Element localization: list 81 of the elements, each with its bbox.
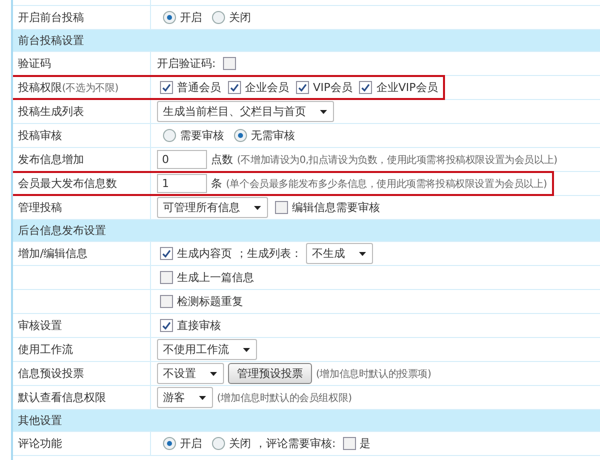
caret-icon <box>359 252 366 256</box>
checkbox[interactable] <box>275 201 288 214</box>
dropdown[interactable]: 不设置 <box>157 363 224 384</box>
input-field[interactable]: 1 <box>157 174 207 193</box>
checkbox[interactable] <box>160 319 173 332</box>
checkbox-label[interactable]: 编辑信息需要审核 <box>292 200 380 215</box>
field-text: 条 <box>211 176 222 191</box>
hint-text: (增加信息时默认的投票项) <box>316 368 432 380</box>
section-header: 后台信息发布设置 <box>13 220 600 242</box>
setting-label: 验证码 <box>18 56 51 71</box>
label-note: (不选为不限) <box>62 82 118 94</box>
manage-button[interactable]: 管理预设投票 <box>228 363 312 384</box>
radio-button[interactable] <box>234 129 247 142</box>
checkbox-label[interactable]: 生成内容页 <box>177 246 232 261</box>
radio-label[interactable]: 关闭 <box>229 10 251 25</box>
checkbox[interactable] <box>359 81 372 94</box>
checkbox[interactable] <box>160 247 173 260</box>
dropdown[interactable]: 不生成 <box>306 243 373 264</box>
checkbox[interactable] <box>296 81 309 94</box>
setting-label: 管理投稿 <box>18 200 62 215</box>
setting-label: 信息预设投票 <box>18 366 84 381</box>
caret-icon <box>243 348 250 352</box>
checkbox-label[interactable]: 企业VIP会员 <box>376 80 438 95</box>
field-text: 点数 <box>211 152 233 167</box>
section-header: 前台投稿设置 <box>13 30 600 52</box>
setting-label: 增加/编辑信息 <box>18 246 88 261</box>
caret-icon <box>199 396 206 400</box>
checkbox-label[interactable]: 检测标题重复 <box>177 294 243 309</box>
checkmark-icon <box>162 321 171 330</box>
checkbox-label[interactable]: VIP会员 <box>313 80 352 95</box>
radio-button[interactable] <box>212 11 225 24</box>
section-header: 其他设置 <box>13 410 600 432</box>
radio-button[interactable] <box>212 437 225 450</box>
dropdown[interactable]: 可管理所有信息 <box>157 197 268 218</box>
checkbox[interactable] <box>160 271 173 284</box>
setting-label: 会员最大发布信息数 <box>18 176 117 191</box>
setting-label: 投稿审核 <box>18 128 62 143</box>
checkmark-icon <box>162 249 171 258</box>
checkbox[interactable] <box>222 57 236 70</box>
checkmark-icon <box>361 83 370 92</box>
input-field[interactable]: 0 <box>157 150 207 169</box>
checkbox[interactable] <box>342 437 356 450</box>
setting-label: 默认查看信息权限 <box>18 390 106 405</box>
setting-label: 使用工作流 <box>18 342 73 357</box>
radio-label[interactable]: 无需审核 <box>251 128 295 143</box>
radio-label[interactable]: 关闭 <box>229 436 251 451</box>
setting-label: 投稿权限 <box>18 80 62 95</box>
dropdown[interactable]: 不使用工作流 <box>157 339 257 360</box>
radio-label[interactable]: 开启 <box>180 436 202 451</box>
field-text: ，评论需要审核: <box>255 436 336 451</box>
hint-text: (增加信息时默认的会员组权限) <box>217 392 352 404</box>
setting-label: 投稿生成列表 <box>18 104 84 119</box>
caret-icon <box>254 206 261 210</box>
caret-icon <box>210 372 217 376</box>
radio-button[interactable] <box>163 11 176 24</box>
setting-label: 开启前台投稿 <box>18 10 84 25</box>
checkbox-label[interactable]: 普通会员 <box>177 80 221 95</box>
checkmark-icon <box>230 83 239 92</box>
field-text: 开启验证码: <box>157 56 216 71</box>
radio-button[interactable] <box>163 129 176 142</box>
checkbox-label[interactable]: 直接审核 <box>177 318 221 333</box>
field-text: ；生成列表： <box>236 246 302 261</box>
checkbox[interactable] <box>228 81 241 94</box>
checkbox-label[interactable]: 企业会员 <box>245 80 289 95</box>
setting-label: 发布信息增加 <box>18 152 84 167</box>
checkbox[interactable] <box>160 81 173 94</box>
checkbox-label[interactable]: 是 <box>360 436 371 451</box>
caret-icon <box>320 110 327 114</box>
checkmark-icon <box>162 83 171 92</box>
setting-label: 审核设置 <box>18 318 62 333</box>
radio-label[interactable]: 开启 <box>180 10 202 25</box>
dropdown[interactable]: 游客 <box>157 387 213 408</box>
setting-label: 评论功能 <box>18 436 62 451</box>
checkbox[interactable] <box>160 295 173 308</box>
hint-text: (单个会员最多能发布多少条信息，使用此项需将投稿权限设置为会员以上) <box>226 178 548 190</box>
radio-label[interactable]: 需要审核 <box>180 128 224 143</box>
dropdown[interactable]: 生成当前栏目、父栏目与首页 <box>157 101 334 122</box>
hint-text: (不增加请设为0,扣点请设为负数，使用此项需将投稿权限设置为会员以上) <box>237 154 558 166</box>
checkmark-icon <box>298 83 307 92</box>
checkbox-label[interactable]: 生成上一篇信息 <box>177 270 254 285</box>
radio-button[interactable] <box>163 437 176 450</box>
